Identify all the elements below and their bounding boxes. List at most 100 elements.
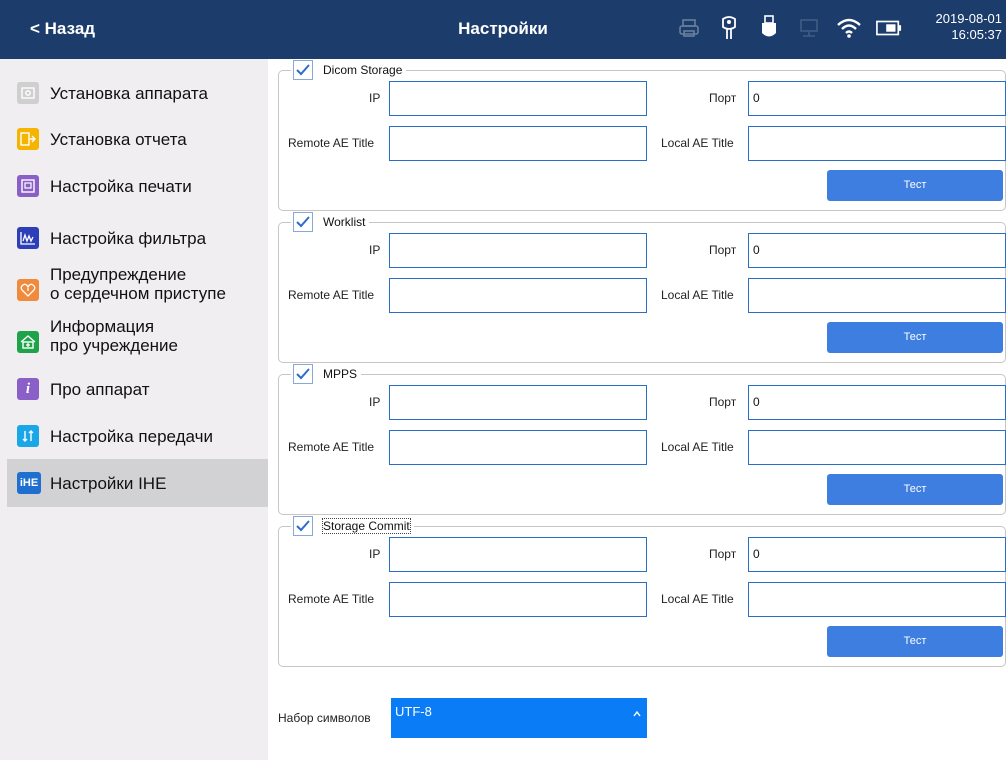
group-title: Storage Commit — [322, 518, 411, 534]
institution-icon — [17, 331, 39, 353]
group-title: Worklist — [323, 215, 366, 229]
report-icon — [17, 128, 39, 150]
sidebar-item-about-device[interactable]: i Про аппарат — [7, 366, 268, 411]
sidebar-item-label-line1: Предупреждение — [50, 265, 187, 284]
sidebar-item-label-line2: про учреждение — [50, 336, 178, 355]
top-bar: < Назад Настройки 2019-08-01 16:05:37 — [0, 0, 1006, 59]
local-ae-title-label: Local AE Title — [661, 288, 734, 302]
group-title: MPPS — [323, 367, 358, 381]
port-label: Порт — [709, 91, 737, 105]
sidebar-item-ihe-settings[interactable]: iHE Настройки IHE — [7, 459, 268, 507]
battery-icon — [876, 14, 902, 42]
printer-icon — [676, 14, 702, 42]
local-ae-title-field[interactable] — [748, 278, 1006, 313]
sidebar-item-print-setup[interactable]: Настройка печати — [7, 164, 268, 209]
local-ae-title-field[interactable] — [748, 430, 1006, 465]
sidebar: Установка аппарата Установка отчета Наст… — [7, 65, 268, 760]
remote-ae-title-label: Remote AE Title — [288, 592, 375, 606]
local-ae-title-field[interactable] — [748, 582, 1006, 617]
print-settings-icon — [17, 175, 39, 197]
filter-wave-icon — [17, 227, 39, 249]
sidebar-item-label-line2: о сердечном приступе — [50, 284, 226, 303]
remote-ae-title-label: Remote AE Title — [288, 440, 375, 454]
sidebar-item-label: Про аппарат — [50, 380, 150, 399]
wifi-icon — [836, 14, 862, 42]
group-storage-commit: Storage Commit IP Порт 0 Remote AE Title… — [278, 515, 1006, 667]
mpps-checkbox[interactable] — [293, 364, 313, 384]
ip-field[interactable] — [389, 537, 647, 572]
group-worklist: Worklist IP Порт 0 Remote AE Title Local… — [278, 211, 1006, 363]
ip-field[interactable] — [389, 81, 647, 116]
device-icon — [17, 82, 39, 104]
date-text: 2019-08-01 — [935, 11, 1003, 26]
usb-icon — [756, 14, 782, 42]
datetime: 2019-08-01 16:05:37 — [936, 11, 1003, 43]
probe-icon — [716, 14, 742, 42]
group-header: Worklist — [291, 211, 370, 233]
sidebar-item-label: Настройка печати — [50, 177, 192, 196]
port-field[interactable]: 0 — [748, 385, 1006, 420]
heart-alert-icon — [17, 279, 39, 301]
ip-label: IP — [369, 547, 381, 561]
network-icon — [796, 14, 822, 42]
remote-ae-title-field[interactable] — [389, 278, 647, 313]
test-button[interactable]: Тест — [827, 474, 1003, 505]
local-ae-title-label: Local AE Title — [661, 136, 734, 150]
charset-value: UTF-8 — [395, 704, 432, 719]
port-label: Порт — [709, 243, 737, 257]
remote-ae-title-label: Remote AE Title — [288, 288, 375, 302]
test-button[interactable]: Тест — [827, 626, 1003, 657]
ihe-settings-panel: Dicom Storage IP Порт 0 Remote AE Title … — [268, 59, 1006, 760]
sidebar-item-label: Настройка передачи — [50, 427, 213, 446]
sidebar-item-filter-setup[interactable]: Настройка фильтра — [7, 215, 268, 260]
sidebar-item-device-setup[interactable]: Установка аппарата — [7, 70, 268, 115]
port-field[interactable]: 0 — [748, 81, 1006, 116]
group-header: Dicom Storage — [291, 59, 407, 81]
sidebar-item-label: Предупреждение о сердечном приступе — [50, 265, 226, 303]
remote-ae-title-label: Remote AE Title — [288, 136, 375, 150]
ip-label: IP — [369, 243, 381, 257]
ip-field[interactable] — [389, 233, 647, 268]
sidebar-item-label-line1: Информация — [50, 317, 155, 336]
remote-ae-title-field[interactable] — [389, 582, 647, 617]
transfer-icon — [17, 425, 39, 447]
info-icon: i — [17, 378, 39, 400]
port-field[interactable]: 0 — [748, 537, 1006, 572]
worklist-checkbox[interactable] — [293, 212, 313, 232]
test-button[interactable]: Тест — [827, 322, 1003, 353]
remote-ae-title-field[interactable] — [389, 126, 647, 161]
chevron-up-icon — [633, 709, 641, 720]
sidebar-item-report-setup[interactable]: Установка отчета — [7, 117, 268, 162]
sidebar-item-transfer-setup[interactable]: Настройка передачи — [7, 413, 268, 458]
group-title: Dicom Storage — [323, 63, 403, 77]
ip-label: IP — [369, 91, 381, 105]
group-mpps: MPPS IP Порт 0 Remote AE Title Local AE … — [278, 363, 1006, 515]
local-ae-title-field[interactable] — [748, 126, 1006, 161]
group-header: MPPS — [291, 363, 362, 385]
port-label: Порт — [709, 547, 737, 561]
sidebar-item-label: Настройка фильтра — [50, 229, 207, 248]
local-ae-title-label: Local AE Title — [661, 440, 734, 454]
remote-ae-title-field[interactable] — [389, 430, 647, 465]
sidebar-item-heart-attack-warning[interactable]: Предупреждение о сердечном приступе — [7, 262, 268, 312]
sidebar-item-label: Установка отчета — [50, 130, 187, 149]
group-header: Storage Commit — [291, 515, 414, 537]
sidebar-item-label: Информация про учреждение — [50, 317, 178, 355]
group-dicom-storage: Dicom Storage IP Порт 0 Remote AE Title … — [278, 59, 1006, 211]
port-label: Порт — [709, 395, 737, 409]
sidebar-item-label: Настройки IHE — [50, 474, 167, 493]
storage-commit-checkbox[interactable] — [293, 516, 313, 536]
charset-select[interactable]: UTF-8 — [391, 698, 647, 738]
test-button[interactable]: Тест — [827, 170, 1003, 201]
status-icons — [676, 14, 902, 42]
sidebar-item-institution-info[interactable]: Информация про учреждение — [7, 314, 268, 364]
sidebar-item-label: Установка аппарата — [50, 84, 208, 103]
ip-field[interactable] — [389, 385, 647, 420]
port-field[interactable]: 0 — [748, 233, 1006, 268]
dicom-storage-checkbox[interactable] — [293, 60, 313, 80]
time-text: 16:05:37 — [951, 27, 1002, 42]
ihe-icon: iHE — [17, 472, 41, 494]
charset-label: Набор символов — [278, 711, 371, 725]
local-ae-title-label: Local AE Title — [661, 592, 734, 606]
ip-label: IP — [369, 395, 381, 409]
